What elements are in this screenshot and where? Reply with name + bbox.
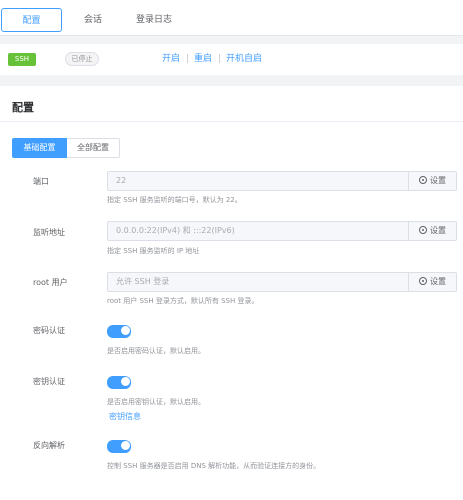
action-divider: | [218,54,222,64]
listen-address-field[interactable]: 0.0.0.0:22(IPv4) 和 :::22(IPv6) [107,221,408,241]
root-user-hint: root 用户 SSH 登录方式，默认所有 SSH 登录。 [107,297,259,305]
key-auth-toggle[interactable] [107,376,131,389]
port-field[interactable]: 22 [107,171,408,191]
service-status-bar: SSH 已停止 开启 | 重启 | 开机自启 [0,44,463,109]
key-auth-hint: 是否启用密钥认证，默认启用。 [107,398,205,406]
gear-icon [419,277,427,285]
root-user-label: root 用户 [33,278,68,287]
tab-login-log[interactable]: 登录日志 [128,8,180,32]
autostart-label: 开机自启 [226,54,263,64]
status-badge: 已停止 [65,52,99,66]
config-title: 配置 [12,101,34,114]
root-user-settings-button[interactable]: 设置 [408,272,457,292]
tab-config[interactable]: 配置 [1,8,62,32]
key-auth-label: 密钥认证 [33,377,65,386]
listen-address-label: 监听地址 [33,228,65,237]
listen-address-settings-label: 设置 [430,226,446,235]
password-auth-hint: 是否启用密码认证，默认启用。 [107,347,205,355]
reverse-dns-label: 反向解析 [33,441,65,450]
gear-icon [419,176,427,184]
tab-all-config[interactable]: 全部配置 [67,138,120,158]
port-label: 端口 [33,177,49,186]
reverse-dns-hint: 控制 SSH 服务器是否启用 DNS 解析功能，从而验证连接方的身份。 [107,462,321,470]
service-tag: SSH [8,53,36,66]
listen-address-settings-button[interactable]: 设置 [408,221,457,241]
reverse-dns-toggle[interactable] [107,440,131,453]
tab-sessions[interactable]: 会话 [72,8,114,32]
gear-icon [419,226,427,234]
restart-button[interactable]: 重启 [194,53,212,66]
port-settings-button[interactable]: 设置 [408,171,457,191]
tab-basic-config[interactable]: 基础配置 [12,138,67,158]
root-user-settings-label: 设置 [430,277,446,286]
port-settings-label: 设置 [430,176,446,185]
action-divider: | [186,54,190,64]
divider [0,121,463,122]
root-user-field[interactable]: 允许 SSH 登录 [107,272,408,292]
port-hint: 指定 SSH 服务监听的端口号，默认为 22。 [107,196,242,204]
start-button[interactable]: 开启 [162,53,180,66]
listen-address-hint: 指定 SSH 服务监听的 IP 地址 [107,247,200,255]
password-auth-toggle[interactable] [107,325,131,338]
top-tab-bar: 配置 会话 登录日志 [0,0,463,36]
key-info-link[interactable]: 密钥信息 [109,411,141,423]
password-auth-label: 密码认证 [33,326,65,335]
